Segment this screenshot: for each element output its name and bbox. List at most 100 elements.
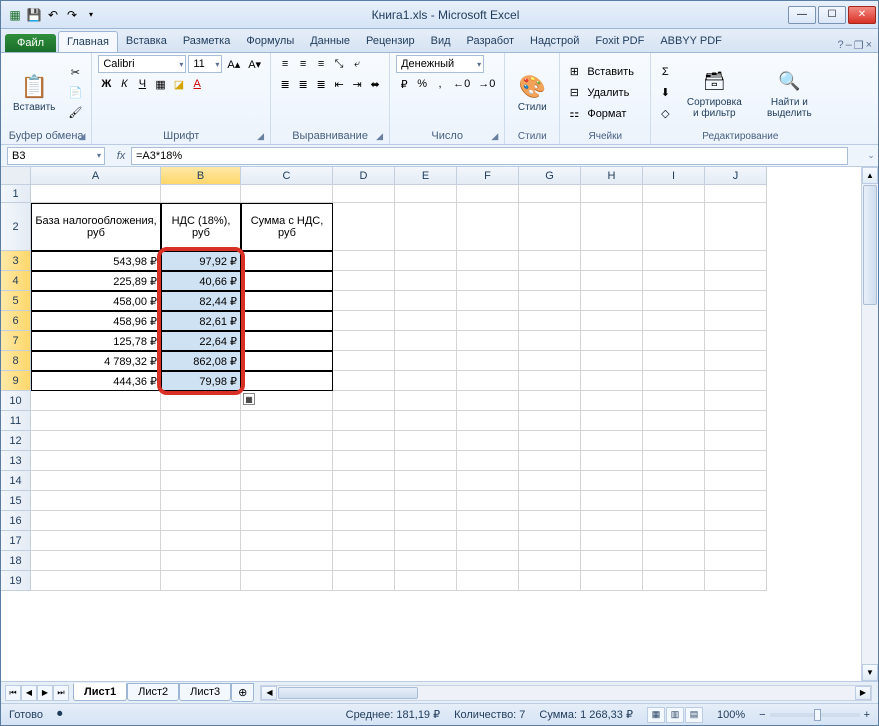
cell[interactable] bbox=[241, 311, 333, 331]
scroll-thumb[interactable] bbox=[863, 185, 877, 305]
cell[interactable] bbox=[241, 551, 333, 571]
cell[interactable] bbox=[241, 411, 333, 431]
cell[interactable]: 125,78 ₽ bbox=[31, 331, 161, 351]
cell[interactable] bbox=[519, 391, 581, 411]
cell[interactable] bbox=[161, 551, 241, 571]
border-button[interactable]: ▦ bbox=[152, 75, 168, 93]
cell[interactable] bbox=[395, 311, 457, 331]
row-header[interactable]: 1 bbox=[1, 185, 31, 203]
insert-cells-icon[interactable]: ⊞ bbox=[566, 63, 582, 81]
cell[interactable] bbox=[241, 471, 333, 491]
dialog-launcher-icon[interactable]: ◢ bbox=[78, 131, 85, 142]
cell[interactable]: 543,98 ₽ bbox=[31, 251, 161, 271]
formula-bar[interactable]: =A3*18% bbox=[131, 147, 848, 165]
cell[interactable] bbox=[333, 203, 395, 251]
cell[interactable] bbox=[333, 251, 395, 271]
cell[interactable] bbox=[241, 451, 333, 471]
cell[interactable] bbox=[519, 471, 581, 491]
row-header[interactable]: 6 bbox=[1, 311, 31, 331]
cell[interactable] bbox=[519, 311, 581, 331]
cell[interactable] bbox=[395, 371, 457, 391]
macro-record-icon[interactable]: ⏺ bbox=[57, 708, 63, 721]
increase-decimal-button[interactable]: ←0 bbox=[450, 75, 473, 93]
cell[interactable]: НДС (18%), руб bbox=[161, 203, 241, 251]
merge-button[interactable]: ⬌ bbox=[367, 75, 383, 93]
cell[interactable] bbox=[519, 291, 581, 311]
row-header[interactable]: 3 bbox=[1, 251, 31, 271]
cell[interactable] bbox=[395, 291, 457, 311]
cell[interactable] bbox=[519, 491, 581, 511]
cell[interactable] bbox=[643, 331, 705, 351]
row-header[interactable]: 17 bbox=[1, 531, 31, 551]
zoom-out-icon[interactable]: − bbox=[759, 709, 765, 721]
cell[interactable] bbox=[581, 491, 643, 511]
cell[interactable] bbox=[643, 571, 705, 591]
cell[interactable]: 444,36 ₽ bbox=[31, 371, 161, 391]
row-header[interactable]: 16 bbox=[1, 511, 31, 531]
cell[interactable] bbox=[333, 531, 395, 551]
row-header[interactable]: 7 bbox=[1, 331, 31, 351]
clear-button[interactable]: ◇ bbox=[657, 105, 673, 123]
row-header[interactable]: 14 bbox=[1, 471, 31, 491]
cell[interactable] bbox=[457, 451, 519, 471]
cell[interactable] bbox=[31, 431, 161, 451]
horizontal-scrollbar[interactable]: ◀ ▶ bbox=[260, 685, 872, 701]
cell[interactable] bbox=[581, 471, 643, 491]
cell[interactable] bbox=[395, 491, 457, 511]
cell[interactable] bbox=[581, 331, 643, 351]
cell[interactable] bbox=[581, 251, 643, 271]
format-cells-button[interactable]: Формат bbox=[584, 105, 644, 123]
cell[interactable] bbox=[241, 185, 333, 203]
cell[interactable] bbox=[333, 185, 395, 203]
autofill-options-icon[interactable]: ▦ bbox=[243, 393, 255, 405]
cell[interactable]: 225,89 ₽ bbox=[31, 271, 161, 291]
cell[interactable] bbox=[519, 351, 581, 371]
cell[interactable] bbox=[457, 391, 519, 411]
cell[interactable] bbox=[643, 311, 705, 331]
align-top-button[interactable]: ≡ bbox=[277, 55, 293, 73]
cell[interactable] bbox=[161, 391, 241, 411]
close-button[interactable]: ✕ bbox=[848, 6, 876, 24]
cell[interactable] bbox=[395, 331, 457, 351]
vertical-scrollbar[interactable]: ▲ ▼ bbox=[861, 167, 878, 681]
cell[interactable] bbox=[395, 271, 457, 291]
cell[interactable] bbox=[705, 451, 767, 471]
cell[interactable] bbox=[519, 185, 581, 203]
column-header[interactable]: J bbox=[705, 167, 767, 185]
cell[interactable] bbox=[705, 291, 767, 311]
zoom-slider[interactable]: − + bbox=[759, 709, 870, 721]
cell[interactable] bbox=[519, 331, 581, 351]
cell[interactable] bbox=[395, 203, 457, 251]
increase-indent-button[interactable]: ⇥ bbox=[349, 75, 365, 93]
cell[interactable] bbox=[643, 531, 705, 551]
cell[interactable] bbox=[333, 411, 395, 431]
cell[interactable] bbox=[31, 491, 161, 511]
column-header[interactable]: C bbox=[241, 167, 333, 185]
cell[interactable] bbox=[457, 371, 519, 391]
paste-button[interactable]: 📋 Вставить bbox=[7, 70, 61, 115]
cell[interactable] bbox=[161, 431, 241, 451]
scroll-up-icon[interactable]: ▲ bbox=[862, 167, 878, 184]
cell[interactable] bbox=[161, 471, 241, 491]
percent-button[interactable]: % bbox=[414, 75, 430, 93]
cell[interactable]: 862,08 ₽ bbox=[161, 351, 241, 371]
cell[interactable] bbox=[457, 271, 519, 291]
tab-foxit pdf[interactable]: Foxit PDF bbox=[587, 31, 652, 52]
dialog-launcher-icon[interactable]: ◢ bbox=[257, 131, 264, 142]
cell[interactable] bbox=[333, 491, 395, 511]
cell[interactable]: 40,66 ₽ bbox=[161, 271, 241, 291]
comma-style-button[interactable]: , bbox=[432, 75, 448, 93]
row-header[interactable]: 19 bbox=[1, 571, 31, 591]
cell[interactable] bbox=[457, 311, 519, 331]
cell[interactable]: База налогообложения, руб bbox=[31, 203, 161, 251]
cell[interactable] bbox=[395, 571, 457, 591]
cell[interactable] bbox=[519, 251, 581, 271]
cell[interactable] bbox=[643, 411, 705, 431]
tab-надстрой[interactable]: Надстрой bbox=[522, 31, 587, 52]
cell[interactable] bbox=[581, 571, 643, 591]
scroll-right-icon[interactable]: ▶ bbox=[855, 686, 871, 700]
cell[interactable] bbox=[581, 451, 643, 471]
expand-formula-bar-icon[interactable]: ⌄ bbox=[864, 150, 878, 161]
new-sheet-button[interactable]: ⊕ bbox=[231, 683, 254, 702]
cell[interactable] bbox=[581, 391, 643, 411]
